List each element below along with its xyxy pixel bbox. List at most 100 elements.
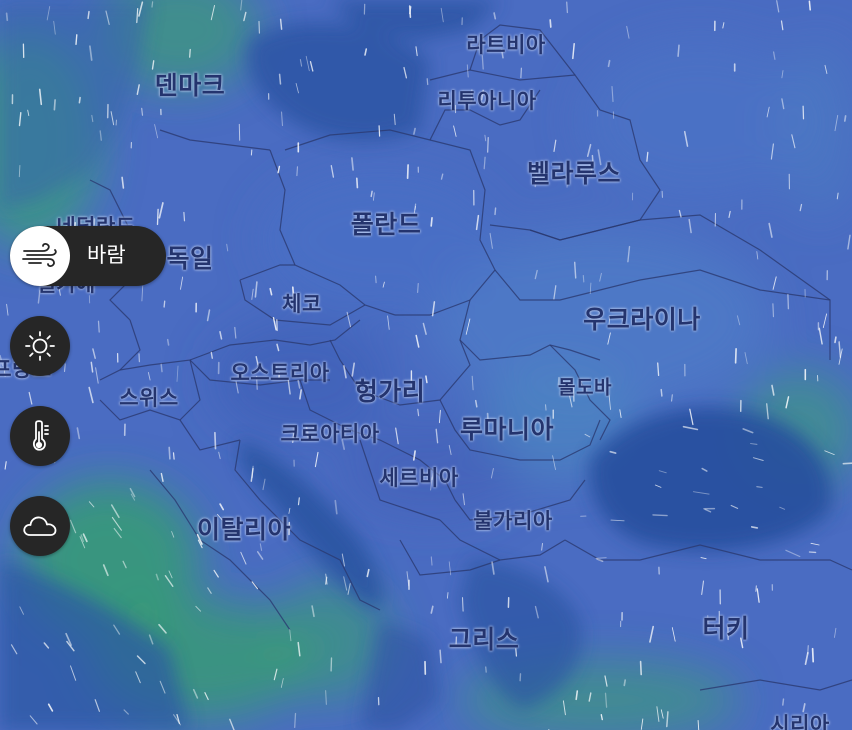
label-turkey: 터키 <box>702 614 750 643</box>
sun-icon <box>24 330 56 362</box>
label-bulgaria: 불가리아 <box>473 509 553 533</box>
wind-particle <box>172 452 175 460</box>
wind-particle <box>425 375 428 384</box>
wind-particle <box>87 10 90 20</box>
wind-particle <box>734 347 737 364</box>
layer-wind-label: 바람 <box>87 243 126 267</box>
wind-particle <box>430 216 433 227</box>
label-greece: 그리스 <box>448 625 520 654</box>
label-switzerland: 스위스 <box>119 386 179 410</box>
wind-particle <box>657 362 660 377</box>
wind-particle <box>279 18 283 30</box>
wind-particle <box>843 115 847 122</box>
wind-particle <box>494 207 497 216</box>
wind-particle <box>756 486 763 488</box>
label-italy: 이탈리아 <box>196 515 292 544</box>
wind-particle <box>677 44 680 57</box>
label-germany: 독일 <box>166 244 214 273</box>
wind-particle <box>446 592 449 599</box>
wind-particle <box>5 12 9 22</box>
label-serbia: 세르비아 <box>379 466 459 490</box>
wind-particle <box>75 34 78 45</box>
wind-particle <box>413 127 416 135</box>
label-latvia: 라트비아 <box>466 33 546 57</box>
wind-particle <box>53 99 56 111</box>
wind-particle <box>294 712 297 729</box>
label-hungary: 헝가리 <box>354 377 426 406</box>
wind-particle <box>575 690 579 701</box>
wind-particle <box>408 5 412 18</box>
wind-particle <box>787 293 790 310</box>
wind-particle <box>370 190 373 198</box>
wind-particle <box>417 283 419 293</box>
wind-particle <box>782 698 785 706</box>
wind-particle <box>573 261 577 279</box>
wind-particle <box>834 336 837 344</box>
label-lithuania: 리투아니아 <box>437 89 537 113</box>
wind-particle <box>439 649 442 664</box>
wind-icon <box>10 226 70 286</box>
wind-particle <box>660 388 663 397</box>
wind-particle <box>18 165 21 178</box>
weather-map[interactable]: 덴마크 라트비아 리투아니아 벨라루스 네덜란드 독일 폴란드 벨기에 체코 우… <box>0 0 852 730</box>
wind-particle <box>671 394 673 402</box>
label-czechia: 체코 <box>282 292 322 316</box>
wind-particle <box>842 462 852 465</box>
wind-particle <box>297 497 300 506</box>
wind-particle <box>485 666 487 673</box>
wind-particle <box>639 660 642 676</box>
wind-particle <box>278 73 282 85</box>
wind-particle <box>607 59 611 68</box>
wind-particle <box>183 211 186 222</box>
wind-particle <box>549 19 552 28</box>
wind-particle <box>64 363 66 372</box>
wind-particle <box>811 647 815 663</box>
wind-particle <box>163 300 166 308</box>
layer-temperature-button[interactable] <box>10 406 70 466</box>
wind-particle <box>214 431 217 450</box>
wind-particle <box>325 690 327 705</box>
layer-sun-button[interactable] <box>10 316 70 376</box>
wind-particle <box>582 274 585 283</box>
wind-particle <box>808 0 811 11</box>
wind-particle <box>406 164 409 180</box>
label-ukraine: 우크라이나 <box>583 305 701 334</box>
wind-particle <box>97 320 100 333</box>
wind-particle <box>378 125 381 137</box>
thermometer-icon <box>26 418 54 454</box>
label-moldova: 몰도바 <box>558 376 612 399</box>
wind-particle <box>296 166 298 177</box>
layer-wind-button[interactable]: 바람 <box>10 226 166 286</box>
wind-particle <box>166 338 170 346</box>
wind-particle <box>750 526 759 529</box>
wind-particle <box>646 151 649 162</box>
layer-cloud-button[interactable] <box>10 496 70 556</box>
label-croatia: 크로아티아 <box>280 422 380 446</box>
wind-particle <box>160 363 163 373</box>
cloud-icon <box>21 512 59 540</box>
wind-particle <box>566 1 569 14</box>
wind-particle <box>623 679 627 687</box>
wind-particle <box>426 78 429 86</box>
wind-particle <box>430 556 433 566</box>
wind-particle <box>461 597 464 612</box>
wind-particle <box>151 1 154 8</box>
wind-particle <box>141 107 144 116</box>
label-denmark: 덴마크 <box>154 71 226 100</box>
label-austria: 오스트리아 <box>230 361 330 385</box>
wind-particle <box>189 48 191 58</box>
wind-particle <box>772 303 774 318</box>
wind-particle <box>595 557 607 559</box>
label-poland: 폴란드 <box>350 210 422 239</box>
wind-particle <box>417 408 420 417</box>
label-romania: 루마니아 <box>459 415 555 444</box>
wind-particle <box>78 96 81 104</box>
wind-particle <box>487 136 489 153</box>
wind-particle <box>493 12 497 20</box>
wind-particle <box>474 399 478 408</box>
label-syria: 시리아 <box>770 713 830 730</box>
wind-particle <box>355 177 359 189</box>
wind-particle <box>168 446 171 460</box>
label-belarus: 벨라루스 <box>526 159 622 188</box>
wind-particle <box>652 514 668 517</box>
